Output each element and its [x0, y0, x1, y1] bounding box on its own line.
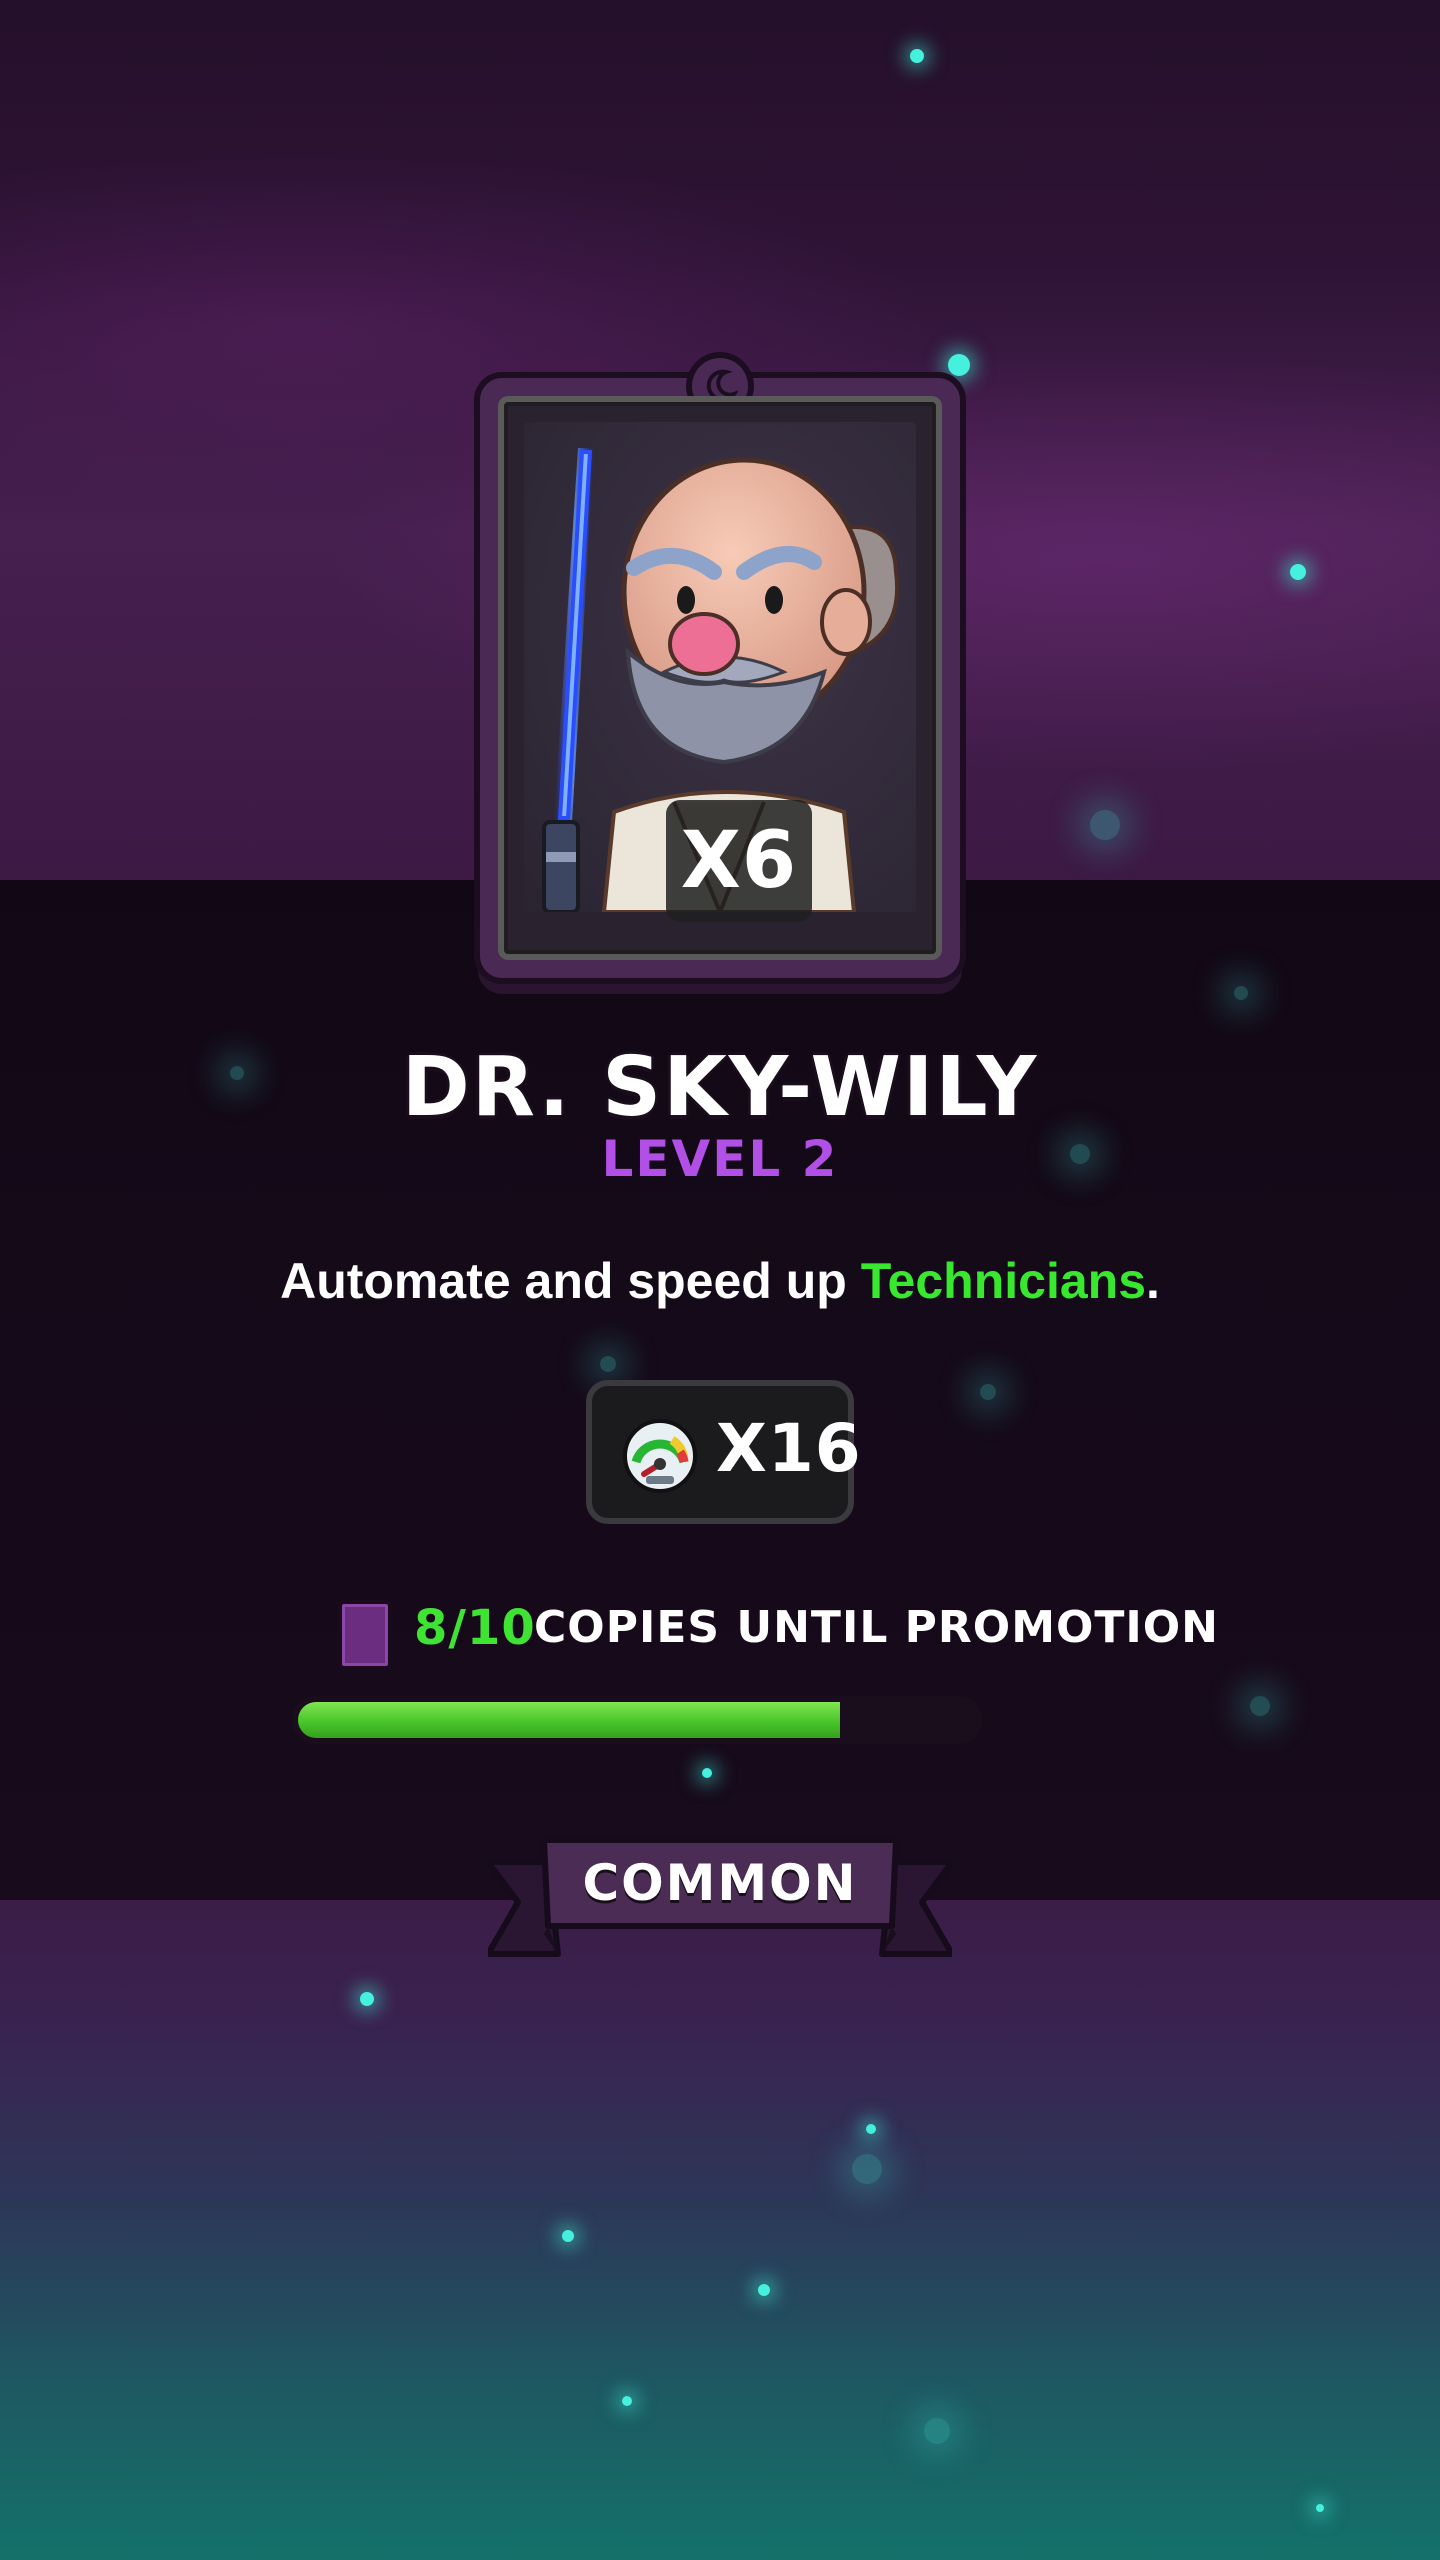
promotion-progress-fill [298, 1702, 841, 1738]
speed-boost-panel: X16 [586, 1380, 861, 1524]
background-bottom-glow [0, 1900, 1440, 2560]
particle [702, 1768, 712, 1778]
rarity-label: COMMON [582, 1854, 858, 1912]
description-suffix: . [1146, 1253, 1160, 1309]
particle [1290, 564, 1306, 580]
particle [852, 2154, 882, 2184]
rarity-banner: COMMON [488, 1832, 952, 1972]
particle [924, 2418, 950, 2444]
ability-description: Automate and speed up Technicians. [0, 1252, 1440, 1310]
promotion-label: COPIES UNTIL PROMOTION [534, 1602, 1220, 1653]
particle [866, 2124, 876, 2134]
particle [600, 1356, 616, 1372]
description-prefix: Automate and speed up [280, 1253, 861, 1309]
particle [1234, 986, 1248, 1000]
promotion-count: 8/10 [414, 1600, 536, 1656]
particle [1090, 810, 1120, 840]
particle [948, 354, 970, 376]
particle [980, 1384, 996, 1400]
speed-boost-value: X16 [716, 1410, 862, 1487]
particle [758, 2284, 770, 2296]
promotion-status: 8/10 COPIES UNTIL PROMOTION [0, 1600, 1440, 1670]
character-card[interactable]: X6 [480, 358, 960, 978]
speedometer-icon [623, 1419, 697, 1493]
particle [1250, 1696, 1270, 1716]
particle [360, 1992, 374, 2006]
card-icon [338, 1600, 392, 1670]
character-name: DR. SKY-WILY [401, 1040, 1039, 1135]
particle [622, 2396, 632, 2406]
particle [1316, 2504, 1324, 2512]
description-highlight: Technicians [860, 1253, 1146, 1309]
particle [562, 2230, 574, 2242]
character-level: LEVEL 2 [601, 1130, 839, 1188]
card-copies-badge: X6 [666, 800, 812, 922]
particle [910, 49, 924, 63]
character-detail-screen: X6 DR. SKY-WILY LEVEL 2 Automate and spe… [0, 0, 1440, 2560]
card-inner-frame: X6 [498, 396, 942, 960]
promotion-progress-bar [292, 1696, 982, 1744]
